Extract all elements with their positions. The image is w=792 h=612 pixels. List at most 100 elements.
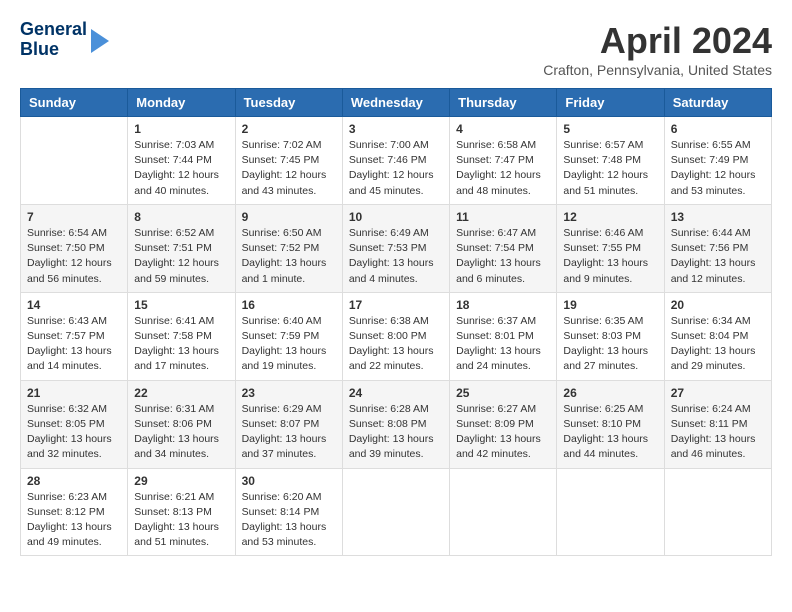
- day-detail: Sunrise: 6:29 AMSunset: 8:07 PMDaylight:…: [242, 402, 336, 463]
- day-detail: Sunrise: 6:34 AMSunset: 8:04 PMDaylight:…: [671, 314, 765, 375]
- day-detail: Sunrise: 6:27 AMSunset: 8:09 PMDaylight:…: [456, 402, 550, 463]
- calendar-cell-week3-day1: 14 Sunrise: 6:43 AMSunset: 7:57 PMDayligh…: [21, 292, 128, 380]
- day-detail: Sunrise: 6:32 AMSunset: 8:05 PMDaylight:…: [27, 402, 121, 463]
- day-detail: Sunrise: 7:03 AMSunset: 7:44 PMDaylight:…: [134, 138, 228, 199]
- calendar-header-sunday: Sunday: [21, 89, 128, 117]
- calendar-cell-week5-day3: 30Sunrise: 6:20 AMSunset: 8:14 PMDayligh…: [235, 468, 342, 556]
- page-subtitle: Crafton, Pennsylvania, United States: [543, 62, 772, 78]
- day-number: 16: [242, 298, 336, 312]
- calendar-cell-week3-day3: 16 Sunrise: 6:40 AMSunset: 7:59 PMDayligh…: [235, 292, 342, 380]
- day-number: 13: [671, 210, 765, 224]
- day-detail: Sunrise: 6:40 AMSunset: 7:59 PMDaylight:…: [242, 314, 336, 375]
- day-number: 24: [349, 386, 443, 400]
- day-number: 21: [27, 386, 121, 400]
- calendar-cell-week3-day5: 18 Sunrise: 6:37 AMSunset: 8:01 PMDayligh…: [450, 292, 557, 380]
- calendar-cell-week4-day6: 26 Sunrise: 6:25 AMSunset: 8:10 PMDayligh…: [557, 380, 664, 468]
- day-number: 12: [563, 210, 657, 224]
- calendar-week-row-4: 21 Sunrise: 6:32 AMSunset: 8:05 PMDayligh…: [21, 380, 772, 468]
- calendar-cell-week3-day2: 15 Sunrise: 6:41 AMSunset: 7:58 PMDayligh…: [128, 292, 235, 380]
- day-detail: Sunrise: 6:50 AMSunset: 7:52 PMDaylight:…: [242, 226, 336, 287]
- day-detail: Sunrise: 6:31 AMSunset: 8:06 PMDaylight:…: [134, 402, 228, 463]
- calendar-week-row-2: 7Sunrise: 6:54 AMSunset: 7:50 PMDaylight…: [21, 204, 772, 292]
- calendar-week-row-1: 1 Sunrise: 7:03 AMSunset: 7:44 PMDaylight…: [21, 117, 772, 205]
- calendar-table: SundayMondayTuesdayWednesdayThursdayFrid…: [20, 88, 772, 556]
- day-number: 6: [671, 122, 765, 136]
- calendar-cell-week5-day7: [664, 468, 771, 556]
- calendar-cell-week1-day4: 3Sunrise: 7:00 AMSunset: 7:46 PMDaylight…: [342, 117, 449, 205]
- calendar-cell-week4-day4: 24 Sunrise: 6:28 AMSunset: 8:08 PMDayligh…: [342, 380, 449, 468]
- day-number: 11: [456, 210, 550, 224]
- calendar-cell-week4-day7: 27 Sunrise: 6:24 AMSunset: 8:11 PMDayligh…: [664, 380, 771, 468]
- day-number: 30: [242, 474, 336, 488]
- calendar-cell-week1-day7: 6Sunrise: 6:55 AMSunset: 7:49 PMDaylight…: [664, 117, 771, 205]
- day-number: 8: [134, 210, 228, 224]
- day-detail: Sunrise: 6:49 AMSunset: 7:53 PMDaylight:…: [349, 226, 443, 287]
- day-detail: Sunrise: 6:35 AMSunset: 8:03 PMDaylight:…: [563, 314, 657, 375]
- calendar-header-friday: Friday: [557, 89, 664, 117]
- calendar-cell-week2-day1: 7Sunrise: 6:54 AMSunset: 7:50 PMDaylight…: [21, 204, 128, 292]
- day-detail: Sunrise: 6:41 AMSunset: 7:58 PMDaylight:…: [134, 314, 228, 375]
- day-number: 7: [27, 210, 121, 224]
- calendar-cell-week5-day5: [450, 468, 557, 556]
- logo-text: GeneralBlue: [20, 20, 87, 60]
- day-number: 9: [242, 210, 336, 224]
- day-number: 22: [134, 386, 228, 400]
- page-title: April 2024: [543, 20, 772, 62]
- day-detail: Sunrise: 6:57 AMSunset: 7:48 PMDaylight:…: [563, 138, 657, 199]
- logo-arrow-icon: [91, 29, 109, 53]
- calendar-header-saturday: Saturday: [664, 89, 771, 117]
- calendar-cell-week4-day2: 22 Sunrise: 6:31 AMSunset: 8:06 PMDayligh…: [128, 380, 235, 468]
- calendar-cell-week3-day6: 19Sunrise: 6:35 AMSunset: 8:03 PMDayligh…: [557, 292, 664, 380]
- day-number: 15: [134, 298, 228, 312]
- day-detail: Sunrise: 6:37 AMSunset: 8:01 PMDaylight:…: [456, 314, 550, 375]
- day-number: 4: [456, 122, 550, 136]
- calendar-cell-week2-day7: 13 Sunrise: 6:44 AMSunset: 7:56 PMDayligh…: [664, 204, 771, 292]
- calendar-cell-week1-day3: 2 Sunrise: 7:02 AMSunset: 7:45 PMDaylight…: [235, 117, 342, 205]
- calendar-week-row-3: 14 Sunrise: 6:43 AMSunset: 7:57 PMDayligh…: [21, 292, 772, 380]
- day-detail: Sunrise: 6:47 AMSunset: 7:54 PMDaylight:…: [456, 226, 550, 287]
- day-detail: Sunrise: 6:24 AMSunset: 8:11 PMDaylight:…: [671, 402, 765, 463]
- day-number: 10: [349, 210, 443, 224]
- day-detail: Sunrise: 7:00 AMSunset: 7:46 PMDaylight:…: [349, 138, 443, 199]
- calendar-cell-week4-day1: 21 Sunrise: 6:32 AMSunset: 8:05 PMDayligh…: [21, 380, 128, 468]
- calendar-cell-week1-day1: [21, 117, 128, 205]
- day-number: 23: [242, 386, 336, 400]
- day-detail: Sunrise: 6:38 AMSunset: 8:00 PMDaylight:…: [349, 314, 443, 375]
- day-number: 5: [563, 122, 657, 136]
- calendar-header-monday: Monday: [128, 89, 235, 117]
- calendar-cell-week2-day5: 11 Sunrise: 6:47 AMSunset: 7:54 PMDayligh…: [450, 204, 557, 292]
- day-number: 26: [563, 386, 657, 400]
- calendar-header-row: SundayMondayTuesdayWednesdayThursdayFrid…: [21, 89, 772, 117]
- day-number: 1: [134, 122, 228, 136]
- calendar-cell-week3-day4: 17 Sunrise: 6:38 AMSunset: 8:00 PMDayligh…: [342, 292, 449, 380]
- day-detail: Sunrise: 6:46 AMSunset: 7:55 PMDaylight:…: [563, 226, 657, 287]
- day-number: 14: [27, 298, 121, 312]
- calendar-cell-week5-day6: [557, 468, 664, 556]
- calendar-cell-week5-day4: [342, 468, 449, 556]
- day-number: 18: [456, 298, 550, 312]
- day-number: 17: [349, 298, 443, 312]
- day-detail: Sunrise: 6:25 AMSunset: 8:10 PMDaylight:…: [563, 402, 657, 463]
- day-detail: Sunrise: 6:21 AMSunset: 8:13 PMDaylight:…: [134, 490, 228, 551]
- calendar-cell-week4-day3: 23 Sunrise: 6:29 AMSunset: 8:07 PMDayligh…: [235, 380, 342, 468]
- day-number: 28: [27, 474, 121, 488]
- day-number: 27: [671, 386, 765, 400]
- day-number: 25: [456, 386, 550, 400]
- day-detail: Sunrise: 6:43 AMSunset: 7:57 PMDaylight:…: [27, 314, 121, 375]
- calendar-cell-week1-day2: 1 Sunrise: 7:03 AMSunset: 7:44 PMDaylight…: [128, 117, 235, 205]
- calendar-header-wednesday: Wednesday: [342, 89, 449, 117]
- day-detail: Sunrise: 7:02 AMSunset: 7:45 PMDaylight:…: [242, 138, 336, 199]
- day-detail: Sunrise: 6:23 AMSunset: 8:12 PMDaylight:…: [27, 490, 121, 551]
- calendar-header-tuesday: Tuesday: [235, 89, 342, 117]
- calendar-cell-week2-day4: 10 Sunrise: 6:49 AMSunset: 7:53 PMDayligh…: [342, 204, 449, 292]
- calendar-cell-week2-day2: 8Sunrise: 6:52 AMSunset: 7:51 PMDaylight…: [128, 204, 235, 292]
- logo: GeneralBlue: [20, 20, 109, 60]
- calendar-cell-week4-day5: 25 Sunrise: 6:27 AMSunset: 8:09 PMDayligh…: [450, 380, 557, 468]
- day-detail: Sunrise: 6:44 AMSunset: 7:56 PMDaylight:…: [671, 226, 765, 287]
- calendar-cell-week5-day1: 28 Sunrise: 6:23 AMSunset: 8:12 PMDayligh…: [21, 468, 128, 556]
- day-number: 2: [242, 122, 336, 136]
- day-detail: Sunrise: 6:28 AMSunset: 8:08 PMDaylight:…: [349, 402, 443, 463]
- calendar-cell-week3-day7: 20 Sunrise: 6:34 AMSunset: 8:04 PMDayligh…: [664, 292, 771, 380]
- calendar-header-thursday: Thursday: [450, 89, 557, 117]
- day-number: 20: [671, 298, 765, 312]
